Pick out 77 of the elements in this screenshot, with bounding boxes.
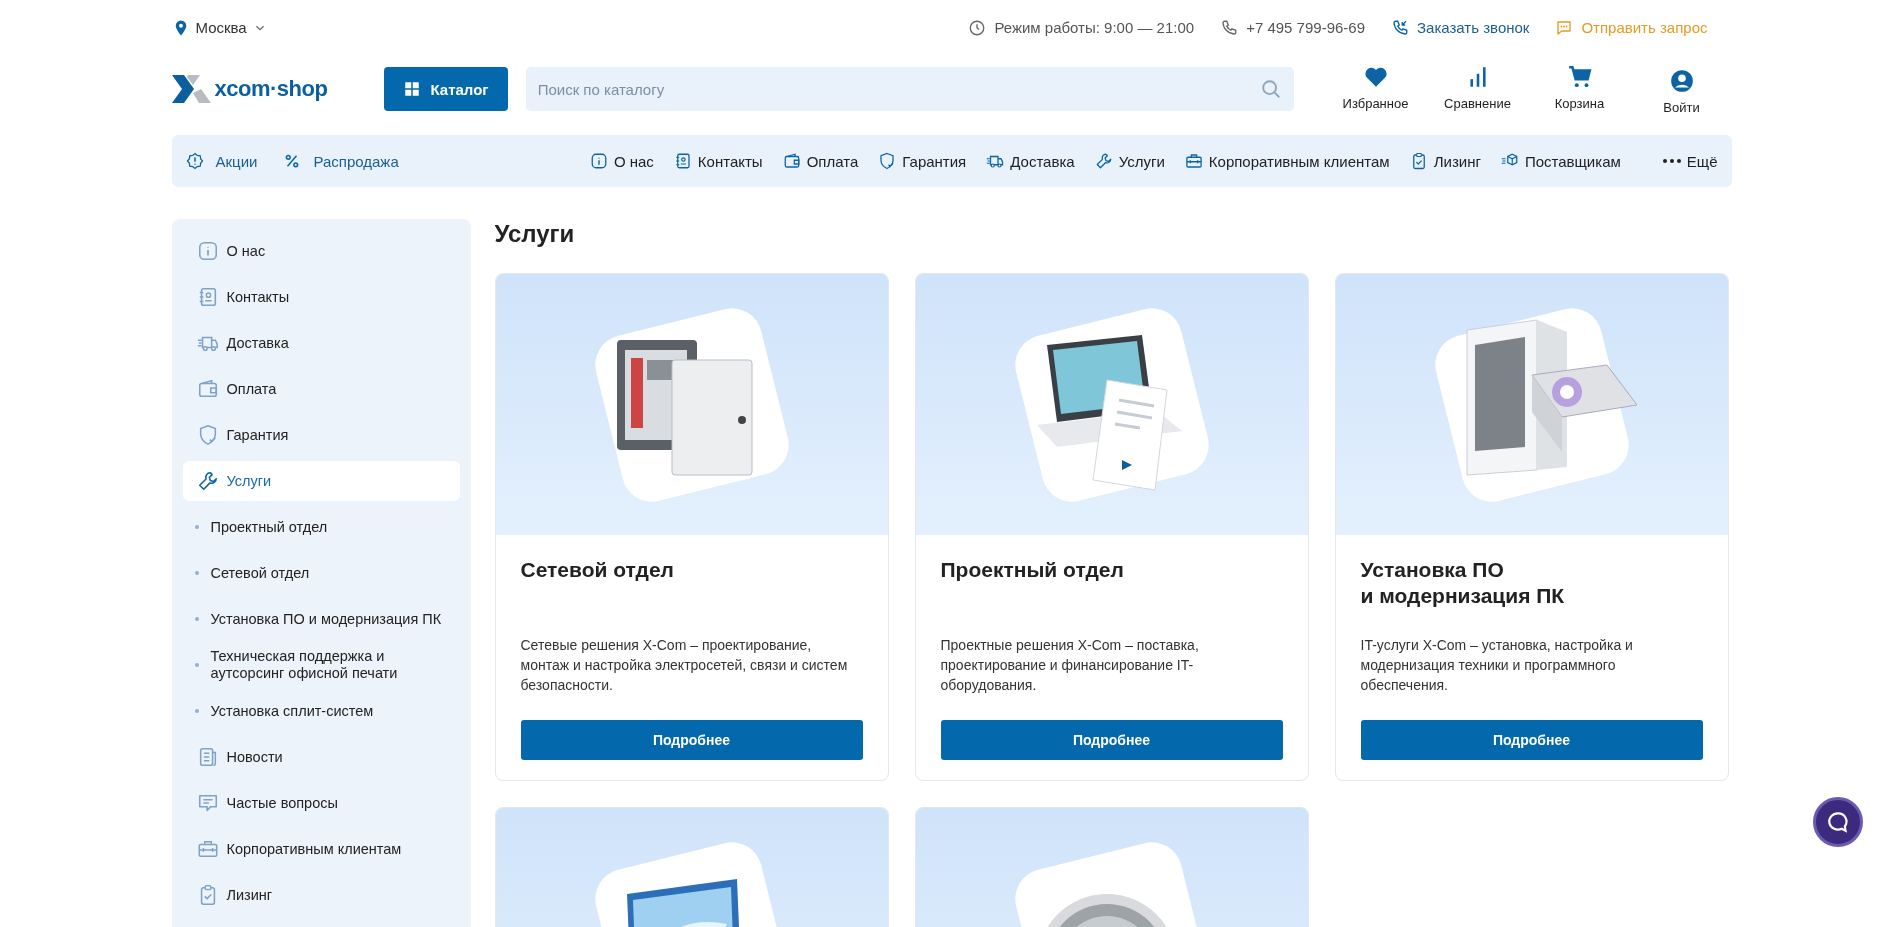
- info-icon: [196, 240, 219, 262]
- chat-bubble-icon: [1825, 809, 1851, 835]
- briefcase-icon: [196, 838, 219, 860]
- card-title: Сетевой отдел: [520, 557, 675, 583]
- sidebar-item[interactable]: Лизинг: [182, 875, 460, 915]
- header-action[interactable]: Сравнение: [1435, 63, 1520, 115]
- bullet-icon: [194, 525, 199, 529]
- address-book-icon: [673, 152, 692, 170]
- nav-link[interactable]: Услуги: [1094, 152, 1165, 170]
- phone-icon: [1391, 18, 1409, 37]
- sidebar-item[interactable]: Доставка: [182, 323, 460, 363]
- sidebar-item[interactable]: Новости: [182, 737, 460, 777]
- header-action[interactable]: Войти: [1639, 63, 1724, 115]
- details-button[interactable]: Подробнее: [940, 720, 1283, 760]
- wallet-icon: [782, 152, 801, 170]
- nav-link[interactable]: Контакты: [673, 152, 763, 170]
- sidebar-subitem[interactable]: Установка сплит-систем: [182, 691, 460, 731]
- clock-icon: [968, 18, 987, 37]
- chat-question-icon: [196, 792, 219, 814]
- cart-icon: [1566, 63, 1593, 90]
- details-button[interactable]: Подробнее: [520, 720, 863, 760]
- card-title: Установка ПО и модернизация ПК: [1360, 557, 1566, 609]
- sidebar-subitem[interactable]: Установка ПО и модернизация ПК: [182, 599, 460, 639]
- bullet-icon: [194, 617, 199, 621]
- nav-link[interactable]: Оплата: [782, 152, 859, 170]
- bullet-icon: [194, 709, 199, 713]
- nav-link[interactable]: Гарантия: [878, 152, 967, 170]
- page-title: Услуги: [494, 219, 576, 249]
- nav-link[interactable]: Корпоративным клиентам: [1184, 152, 1390, 170]
- logo-mark-icon: [171, 75, 212, 103]
- sidebar-item[interactable]: Гарантия: [182, 415, 460, 455]
- sidebar-item[interactable]: Частые вопросы: [182, 783, 460, 823]
- sidebar-subitem[interactable]: Техническая поддержка и аутсорсинг офисной печати: [182, 645, 460, 685]
- bullet-icon: [194, 663, 199, 667]
- chat-button[interactable]: [1813, 797, 1863, 847]
- details-button[interactable]: Подробнее: [1360, 720, 1703, 760]
- message-icon: [1555, 18, 1574, 37]
- wrench-icon: [196, 470, 219, 492]
- nav-link[interactable]: Поставщикам: [1500, 152, 1621, 170]
- callback-link[interactable]: Заказать звонок: [1391, 18, 1530, 37]
- logo[interactable]: xcom·shop: [171, 75, 384, 103]
- phone-icon: [1220, 18, 1239, 37]
- card-description: IT-услуги X-Com – установка, настройка и модернизация техники и программного обеспечения.: [1360, 636, 1634, 695]
- sidebar-item[interactable]: Контакты: [182, 277, 460, 317]
- sidebar-item[interactable]: О нас: [182, 231, 460, 271]
- card-title: Проектный отдел: [940, 557, 1125, 583]
- card-description: Проектные решения X-Com – поставка, проектирование и финансирование IT-оборудования.: [940, 636, 1200, 695]
- header-action[interactable]: Корзина: [1537, 63, 1622, 115]
- phone-link[interactable]: +7 495 799-96-69: [1220, 18, 1365, 37]
- more-link[interactable]: Ещё: [1662, 152, 1718, 170]
- city-selector[interactable]: Москва: [171, 18, 267, 37]
- briefcase-icon: [1184, 152, 1203, 170]
- shield-icon: [878, 152, 897, 170]
- more-icon: [1662, 159, 1681, 163]
- catalog-button[interactable]: Каталог: [383, 67, 508, 111]
- nav-link[interactable]: О нас: [589, 152, 654, 170]
- grid-icon: [402, 80, 421, 98]
- wallet-icon: [196, 378, 219, 400]
- badge-icon: [185, 152, 204, 170]
- working-hours: Режим работы: 9:00 — 21:00: [994, 19, 1195, 36]
- bullet-icon: [194, 571, 199, 575]
- info-icon: [589, 152, 608, 170]
- header-action[interactable]: Избранное: [1333, 63, 1418, 115]
- sidebar-item[interactable]: Корпоративным клиентам: [182, 829, 460, 869]
- nav-link[interactable]: Доставка: [986, 152, 1075, 170]
- search-icon: [1259, 78, 1282, 100]
- sidebar-subitem[interactable]: Сетевой отдел: [182, 553, 460, 593]
- search-field[interactable]: Поиск по каталогу: [525, 67, 1294, 111]
- nav-link[interactable]: Лизинг: [1409, 152, 1481, 170]
- sidebar-item[interactable]: Услуги: [182, 461, 460, 501]
- wrench-icon: [1094, 152, 1113, 170]
- sidebar-item[interactable]: Оплата: [182, 369, 460, 409]
- sidebar-subitem[interactable]: Проектный отдел: [182, 507, 460, 547]
- user-icon: [1668, 67, 1695, 94]
- card-description: Сетевые решения X-Com – проектирование, монтаж и настройка электросетей, связи и систем безопасности.: [520, 636, 849, 695]
- nav-link[interactable]: Акции: [185, 152, 258, 170]
- nav-link[interactable]: Распродажа: [283, 152, 399, 170]
